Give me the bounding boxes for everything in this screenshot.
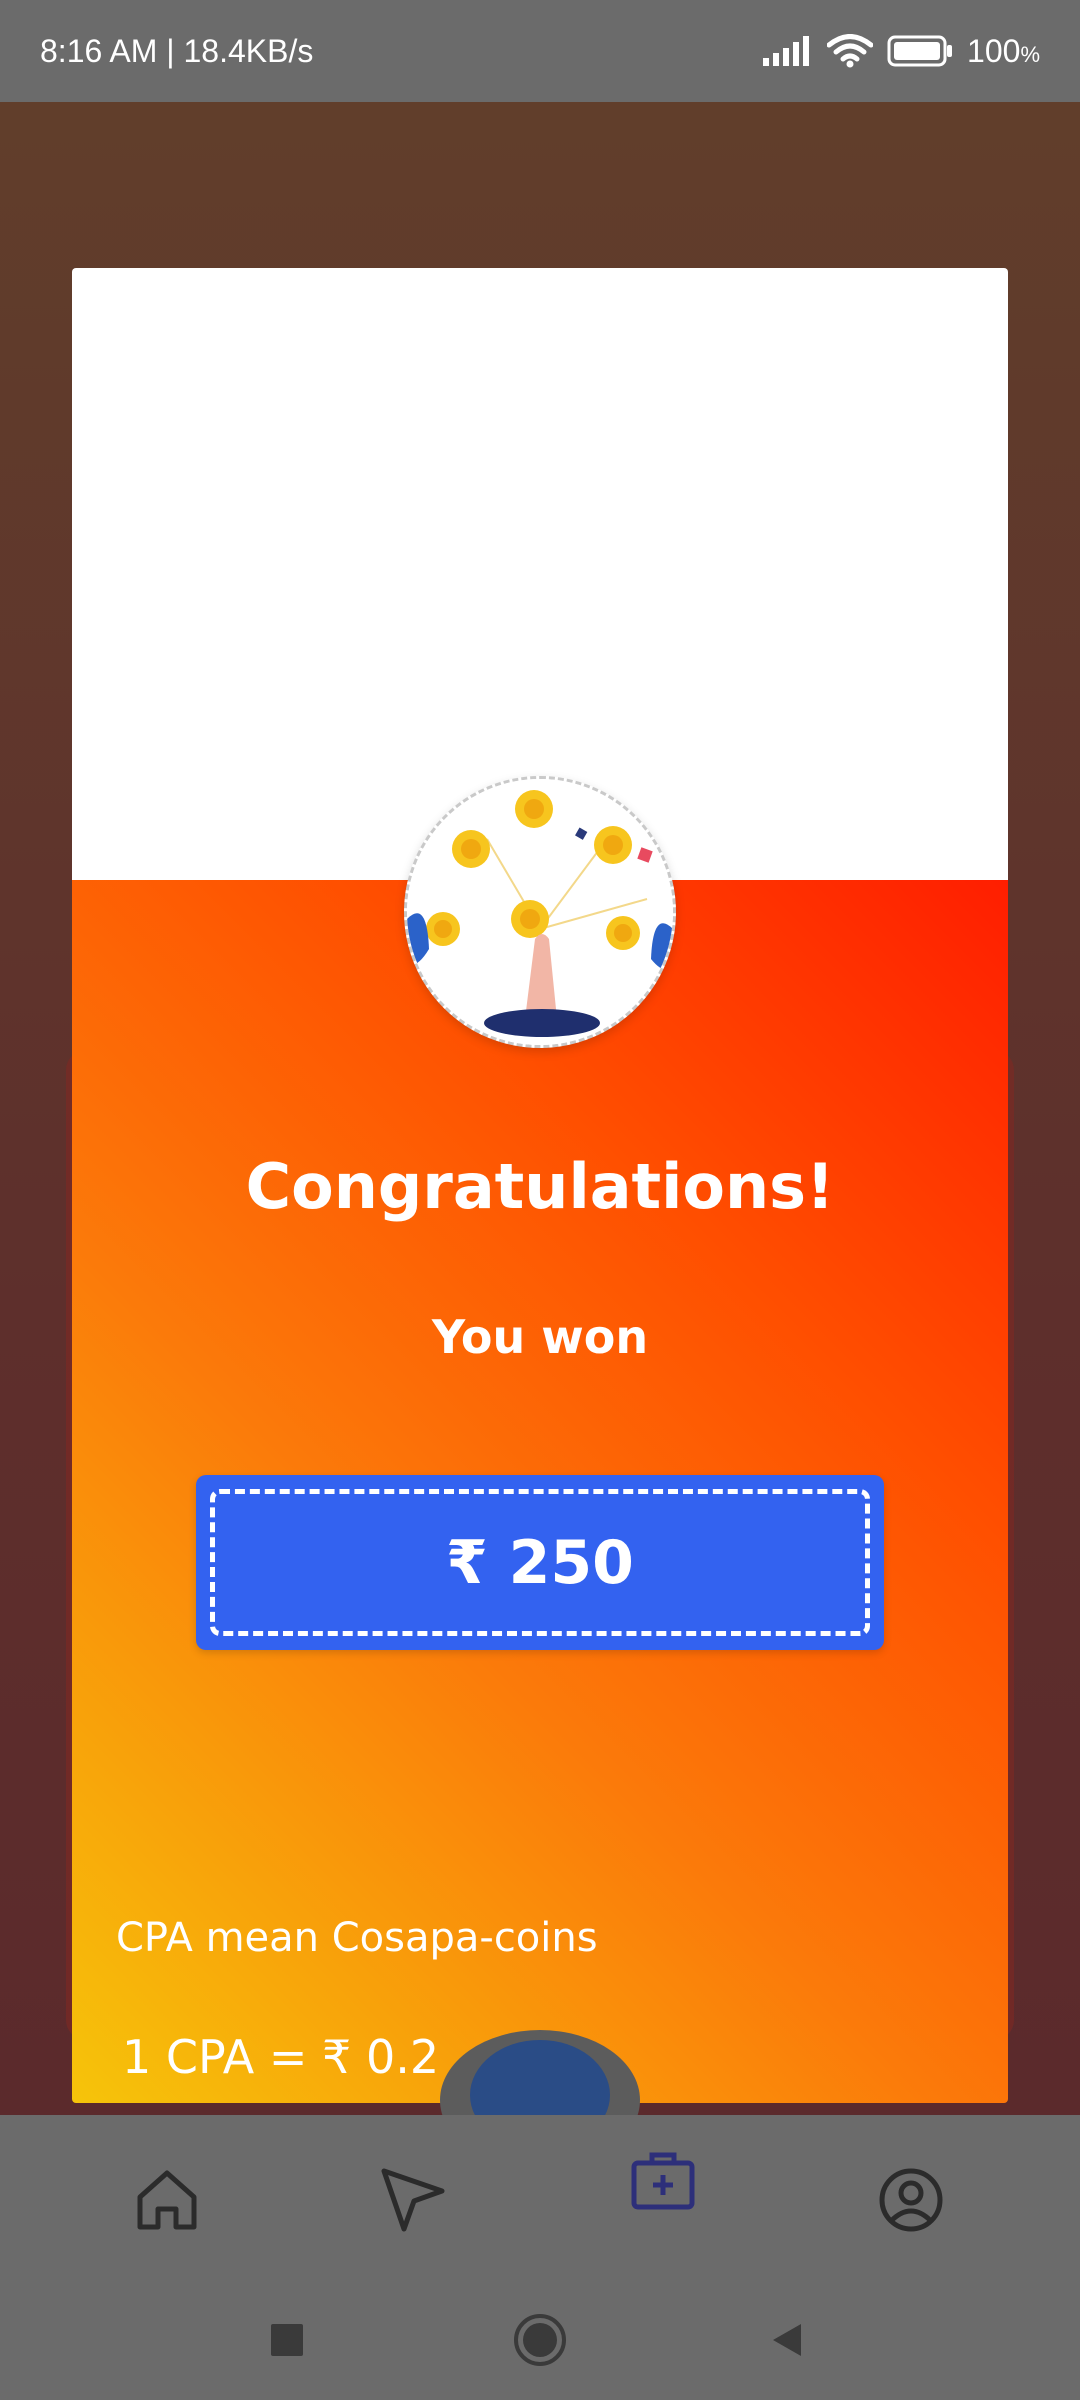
- send-icon: [381, 2168, 445, 2232]
- back-triangle-icon: [773, 2324, 801, 2356]
- home-button[interactable]: [505, 2305, 575, 2375]
- battery-level: 100%: [967, 32, 1040, 69]
- bottom-navigation: [0, 2115, 1080, 2285]
- home-icon: [137, 2170, 197, 2230]
- signal-icon: [763, 36, 813, 66]
- status-bar: 8:16 AM | 18.4KB/s 100%: [0, 0, 1080, 102]
- dialog-title: Congratulations!: [245, 1150, 835, 1223]
- prize-amount-coupon[interactable]: ₹ 250: [196, 1475, 884, 1650]
- battery-icon: [887, 35, 953, 67]
- square-icon: [271, 2324, 303, 2356]
- wifi-icon: [827, 34, 874, 68]
- nav-wallet[interactable]: [618, 2137, 708, 2227]
- status-time-speed: 8:16 AM | 18.4KB/s: [40, 32, 314, 69]
- cpa-definition-text: CPA mean Cosapa-coins: [116, 1915, 598, 1961]
- profile-icon: [879, 2168, 943, 2232]
- nav-home[interactable]: [122, 2155, 212, 2245]
- cpa-rate-text: 1 CPA = ₹ 0.2: [122, 2030, 440, 2084]
- system-navigation-bar: [0, 2285, 1080, 2400]
- reward-illustration: [404, 776, 676, 1048]
- medical-bag-icon: [631, 2152, 695, 2210]
- status-icons: 100%: [763, 33, 1040, 70]
- prize-amount: ₹ 250: [210, 1489, 870, 1636]
- nav-profile[interactable]: [866, 2155, 956, 2245]
- back-button[interactable]: [752, 2305, 822, 2375]
- dialog-subtitle: You won: [431, 1310, 649, 1364]
- nav-send[interactable]: [368, 2155, 458, 2245]
- recents-button[interactable]: [252, 2305, 322, 2375]
- circle-icon: [514, 2314, 566, 2366]
